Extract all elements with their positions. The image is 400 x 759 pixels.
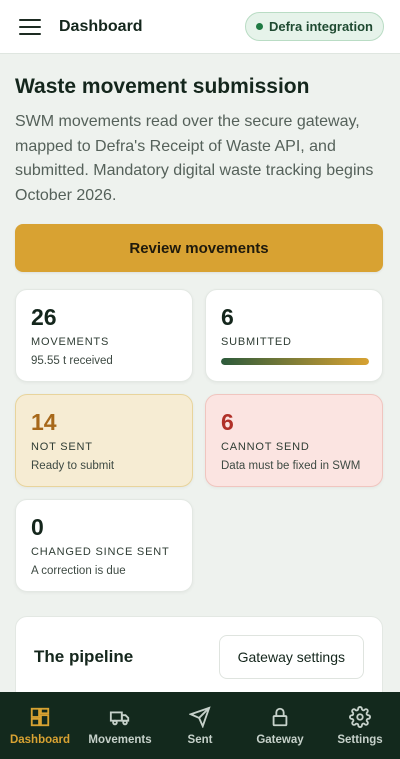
menu-icon[interactable] [19,18,41,35]
truck-icon [109,711,130,726]
stat-subtext: Ready to submit [31,460,115,472]
nav-label: Gateway [256,734,304,746]
stat-value: 0 [31,514,44,540]
stat-value: 6 [221,304,234,330]
stats-grid: 26 MOVEMENTS 95.55 t received 6 SUBMITTE… [15,289,385,592]
nav-item-dashboard[interactable]: Dashboard [0,692,80,759]
gateway-settings-button[interactable]: Gateway settings [218,635,364,679]
app-title: Dashboard [59,17,143,35]
stat-card-movements[interactable]: 26 MOVEMENTS 95.55 t received [15,289,193,382]
nav-item-sent[interactable]: Sent [160,692,240,759]
integration-badge-label: Defra integration [268,19,373,34]
stat-subtext: 95.55 t received [31,355,113,367]
main-content: Waste movement submission SWM movements … [0,54,400,736]
progress-fill [221,358,369,365]
submitted-progress-bar [221,358,369,365]
stat-value: 26 [31,304,57,330]
stat-value: 14 [31,409,57,435]
send-icon [189,706,211,728]
top-bar: Dashboard Defra integration [0,0,400,54]
stat-label: NOT SENT [31,441,93,453]
stat-value: 6 [221,409,234,435]
stat-card-cannot-send[interactable]: 6 CANNOT SEND Data must be fixed in SWM [205,394,383,487]
integration-badge: Defra integration [244,12,384,41]
nav-label: Dashboard [9,734,71,746]
stat-subtext: Data must be fixed in SWM [221,460,361,472]
stat-label: MOVEMENTS [31,336,110,348]
stat-label: CANNOT SEND [221,441,310,453]
nav-label: Movements [88,734,152,746]
nav-label: Settings [337,734,383,746]
dashboard-icon [30,707,50,727]
stat-label: CHANGED SINCE SENT [31,546,170,558]
stat-label: SUBMITTED [221,336,292,348]
page-description: SWM movements read over the secure gatew… [15,113,374,204]
bottom-navigation: Dashboard Movements Sent Gateway Setting… [0,692,400,759]
page-title: Waste movement submission [15,75,310,98]
nav-item-movements[interactable]: Movements [80,692,160,759]
nav-label: Sent [187,734,213,746]
stat-card-submitted[interactable]: 6 SUBMITTED [205,289,383,382]
status-dot-icon [255,23,263,30]
lock-icon [272,707,288,727]
stat-card-not-sent[interactable]: 14 NOT SENT Ready to submit [15,394,193,487]
review-movements-button[interactable]: Review movements [15,224,383,272]
gear-icon [349,706,371,728]
stat-subtext: A correction is due [31,565,126,577]
pipeline-title: The pipeline [34,647,134,666]
nav-item-gateway[interactable]: Gateway [240,692,320,759]
stat-card-changed-since-sent[interactable]: 0 CHANGED SINCE SENT A correction is due [15,499,193,592]
nav-item-settings[interactable]: Settings [320,692,400,759]
